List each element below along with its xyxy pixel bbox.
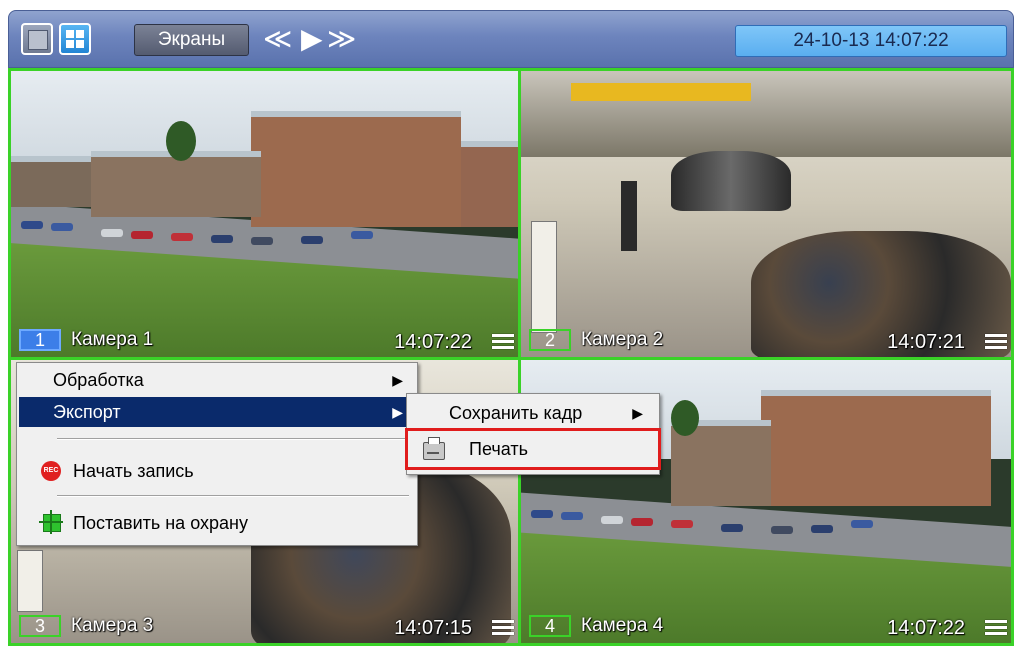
- person: [621, 181, 637, 251]
- datetime-display: 24-10-13 14:07:22: [735, 25, 1007, 57]
- submenu-arrow-icon: ▶: [392, 372, 403, 388]
- camera-view-2[interactable]: 2 Камера 2 14:07:21: [518, 68, 1014, 360]
- signage: [571, 83, 751, 101]
- rewind-icon[interactable]: ≪: [263, 24, 292, 56]
- camera-name: Камера 2: [581, 329, 664, 350]
- building: [251, 111, 461, 227]
- camera-time: 14:07:22: [887, 617, 965, 639]
- camera-footer: 4 Камера 4 14:07:22: [521, 611, 1011, 643]
- submenu-arrow-icon: ▶: [632, 405, 643, 421]
- camera-name: Камера 4: [581, 615, 664, 636]
- menu-separator: [57, 495, 409, 497]
- camera-time: 14:07:22: [394, 331, 472, 353]
- building: [761, 390, 991, 506]
- menu-item-label: Начать запись: [73, 461, 194, 481]
- quad-view-icon: [76, 40, 84, 48]
- menu-item-save-frame[interactable]: Сохранить кадр ▶: [409, 398, 657, 428]
- camera-number[interactable]: 4: [529, 615, 571, 637]
- menu-item-processing[interactable]: Обработка ▶: [19, 365, 415, 395]
- menu-separator: [57, 438, 409, 440]
- printer-icon: [423, 437, 445, 460]
- camera-number[interactable]: 2: [529, 329, 571, 351]
- menu-item-label: Печать: [469, 439, 528, 459]
- context-menu: Обработка ▶ Экспорт ▶ REC Начать запись …: [16, 362, 418, 546]
- play-icon[interactable]: ▶: [301, 24, 323, 56]
- menu-item-label: Обработка: [53, 370, 144, 390]
- camera-number[interactable]: 3: [19, 615, 61, 637]
- single-view-button[interactable]: [21, 23, 53, 55]
- camera-menu-icon[interactable]: [492, 619, 514, 637]
- menu-item-label: Экспорт: [53, 402, 121, 422]
- camera-footer: 3 Камера 3 14:07:15: [11, 611, 518, 643]
- menu-item-print[interactable]: Печать: [409, 434, 657, 464]
- camera-time: 14:07:21: [887, 331, 965, 353]
- camera-grid: 1 Камера 1 14:07:22 2 Камера 2 14:07:21 …: [8, 68, 1014, 646]
- submenu-arrow-icon: ▶: [392, 404, 403, 420]
- single-view-icon: [28, 30, 48, 50]
- menu-item-arm[interactable]: Поставить на охрану: [19, 503, 415, 543]
- camera-name: Камера 1: [71, 329, 154, 350]
- quad-view-icon: [66, 40, 74, 48]
- menu-item-label: Сохранить кадр: [449, 403, 583, 423]
- quad-view-button[interactable]: [59, 23, 91, 55]
- quad-view-icon: [76, 30, 84, 38]
- camera-menu-icon[interactable]: [492, 333, 514, 351]
- menu-item-start-recording[interactable]: REC Начать запись: [19, 449, 415, 493]
- camera-number[interactable]: 1: [19, 329, 61, 351]
- export-submenu: Сохранить кадр ▶ Печать: [405, 393, 661, 475]
- camera-name: Камера 3: [71, 615, 154, 636]
- quad-view-icon: [66, 30, 74, 38]
- top-toolbar: Экраны ≪ ▶ ≫ 24-10-13 14:07:22: [0, 0, 1020, 68]
- fast-forward-icon[interactable]: ≫: [327, 24, 356, 56]
- screens-button[interactable]: Экраны: [134, 24, 249, 56]
- camera-menu-icon[interactable]: [985, 619, 1007, 637]
- camera-view-1[interactable]: 1 Камера 1 14:07:22: [8, 68, 521, 360]
- menu-item-label: Поставить на охрану: [73, 513, 248, 533]
- camera-time: 14:07:15: [394, 617, 472, 639]
- arm-icon: [39, 510, 63, 534]
- toolbar-panel: Экраны ≪ ▶ ≫ 24-10-13 14:07:22: [8, 10, 1014, 68]
- camera-menu-icon[interactable]: [985, 333, 1007, 351]
- menu-item-export[interactable]: Экспорт ▶: [19, 397, 415, 427]
- record-icon: REC: [41, 461, 61, 481]
- camera-footer: 1 Камера 1 14:07:22: [11, 325, 518, 357]
- camera-footer: 2 Камера 2 14:07:21: [521, 325, 1011, 357]
